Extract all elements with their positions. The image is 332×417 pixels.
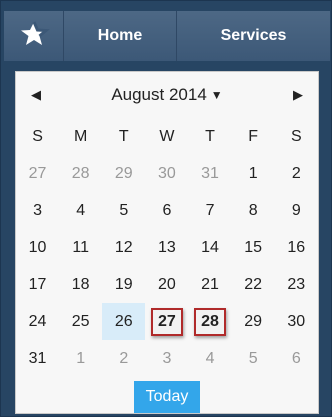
calendar-day[interactable]: 6 [275,340,318,377]
calendar-day[interactable]: 4 [189,340,232,377]
calendar-week-row: 17 18 19 20 21 22 23 [16,266,318,303]
calendar-day[interactable]: 19 [102,266,145,303]
month-year-label: August 2014 [111,85,207,104]
calendar-day[interactable]: 31 [189,155,232,192]
weekday-label: T [118,127,129,145]
calendar-day[interactable]: 5 [102,192,145,229]
calendar-day[interactable]: 3 [145,340,188,377]
calendar-day[interactable]: 28 [59,155,102,192]
calendar-day[interactable]: 12 [102,229,145,266]
prev-month-icon[interactable]: ◀ [26,87,46,103]
calendar-day[interactable]: 21 [189,266,232,303]
calendar-day[interactable]: 27 [145,303,188,340]
calendar-day[interactable]: 10 [16,229,59,266]
calendar-weeks: 27 28 29 30 31 1 2 3 4 5 6 7 8 9 10 11 12 13 14 15 16 17 18 19 2… [16,155,318,377]
weekday-label: S [290,127,302,145]
calendar-day[interactable]: 30 [145,155,188,192]
calendar-day[interactable]: 6 [145,192,188,229]
calendar-day[interactable]: 3 [16,192,59,229]
calendar-day[interactable]: 9 [275,192,318,229]
calendar-day[interactable]: 14 [189,229,232,266]
calendar-header: ◀ August 2014 ▼ ▶ [16,72,318,118]
calendar-day[interactable]: 16 [275,229,318,266]
weekday-label: W [159,127,175,145]
calendar-day[interactable]: 31 [16,340,59,377]
calendar-day[interactable]: 29 [102,155,145,192]
calendar-week-row: 3456789 [16,192,318,229]
calendar-day[interactable]: 25 [59,303,102,340]
calendar-day[interactable]: 1 [59,340,102,377]
selected-day-label: 28 [194,307,227,336]
weekday-label: M [74,127,88,145]
calendar-day[interactable]: 23 [275,266,318,303]
month-year-dropdown[interactable]: August 2014 ▼ [111,85,222,105]
calendar-day[interactable]: 20 [145,266,188,303]
calendar-week-row: 10 11 12 13 14 15 16 [16,229,318,266]
calendar-day[interactable]: 8 [232,192,275,229]
calendar-day[interactable]: 30 [275,303,318,340]
calendar-day[interactable]: 5 [232,340,275,377]
nav-home[interactable]: Home [64,11,177,61]
calendar-day[interactable]: 26 [102,303,146,340]
calendar-day[interactable]: 29 [232,303,275,340]
calendar-day[interactable]: 2 [102,340,145,377]
logo-button[interactable] [4,11,64,61]
calendar-day[interactable]: 1 [232,155,275,192]
weekday-label: S [32,127,43,145]
app-frame: Home Services ◀ August 2014 ▼ ▶ SMTWTFS … [0,0,332,417]
weekday-header-row: SMTWTFS [16,118,318,155]
selected-day-label: 27 [150,307,183,336]
calendar-day[interactable]: 27 [16,155,59,192]
calendar-day[interactable]: 22 [232,266,275,303]
calendar-day[interactable]: 18 [59,266,102,303]
calendar-week-row: 31 1 2 3 4 5 6 [16,340,318,377]
top-nav-bar: Home Services [4,11,330,61]
calendar-day[interactable]: 28 [189,303,232,340]
calendar-day[interactable]: 15 [232,229,275,266]
next-month-icon[interactable]: ▶ [288,87,308,103]
star-logo-icon [17,19,51,54]
calendar-grid: SMTWTFS 27 28 29 30 31 1 2 3 4 5 6 7 8 9 10 11 12 13 14 15 1… [16,118,318,377]
calendar-day[interactable]: 11 [59,229,102,266]
calendar-day[interactable]: 13 [145,229,188,266]
calendar-day[interactable]: 2 [275,155,318,192]
caret-down-icon: ▼ [210,88,223,102]
weekday-label: T [205,127,215,145]
calendar-day[interactable]: 24 [16,303,59,340]
calendar-day[interactable]: 4 [59,192,102,229]
calendar-week-row: 27 28 29 30 31 1 2 [16,155,318,192]
weekday-label: F [248,127,259,145]
date-picker: ◀ August 2014 ▼ ▶ SMTWTFS 27 28 29 30 31 1 2 3 4… [15,71,319,414]
calendar-day[interactable]: 17 [16,266,59,303]
calendar-week-row: 24 25 26 27 28 29 30 [16,303,318,340]
calendar-day[interactable]: 7 [189,192,232,229]
nav-services[interactable]: Services [177,11,330,61]
today-button[interactable]: Today [134,381,200,413]
